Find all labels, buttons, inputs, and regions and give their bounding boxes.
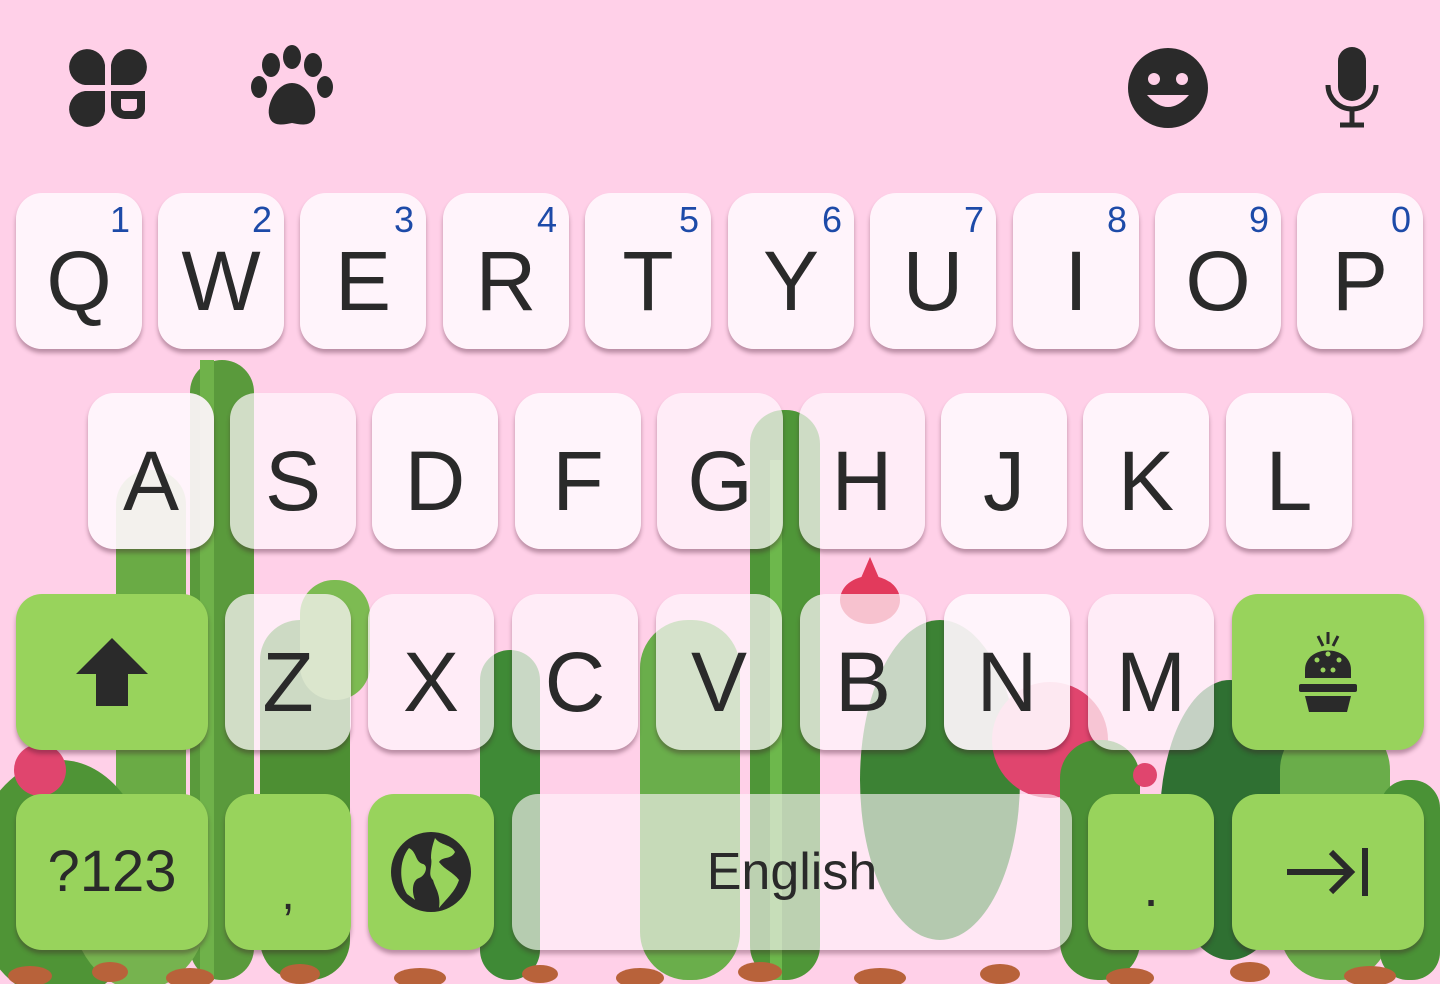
key-label: I <box>1064 234 1088 328</box>
key-label: C <box>544 635 606 729</box>
comma-label: , <box>281 867 295 920</box>
key-label: B <box>834 635 892 729</box>
key-label: O <box>1185 234 1251 328</box>
emoji-icon[interactable] <box>1120 40 1216 136</box>
key-b[interactable]: B <box>800 594 926 750</box>
key-e[interactable]: 3 E <box>300 193 426 349</box>
key-s[interactable]: S <box>230 393 356 549</box>
globe-key[interactable] <box>368 794 494 950</box>
key-a[interactable]: A <box>88 393 214 549</box>
key-k[interactable]: K <box>1083 393 1209 549</box>
key-hint: 4 <box>536 199 557 240</box>
key-label: U <box>902 234 964 328</box>
key-label: E <box>334 234 392 328</box>
key-u[interactable]: 7 U <box>870 193 996 349</box>
key-label: D <box>404 434 466 528</box>
key-label: X <box>402 635 460 729</box>
key-r[interactable]: 4 R <box>443 193 569 349</box>
period-label: . <box>1143 855 1159 918</box>
key-label: N <box>976 635 1038 729</box>
key-l[interactable]: L <box>1226 393 1352 549</box>
space-bar[interactable]: English <box>512 794 1072 950</box>
key-hint: 5 <box>678 199 699 240</box>
key-label: A <box>122 434 180 528</box>
key-i[interactable]: 8 I <box>1013 193 1139 349</box>
key-h[interactable]: H <box>799 393 925 549</box>
key-label: L <box>1265 434 1313 528</box>
key-label: G <box>687 434 753 528</box>
key-label: J <box>983 434 1025 528</box>
key-label: Q <box>46 234 112 328</box>
key-label: W <box>181 234 261 328</box>
clover-icon[interactable] <box>60 40 156 136</box>
cactus-pot-icon <box>1299 632 1357 712</box>
key-w[interactable]: 2 W <box>158 193 284 349</box>
key-label: S <box>264 434 322 528</box>
key-label: V <box>690 635 748 729</box>
comma-key[interactable]: , <box>225 794 351 950</box>
key-label: R <box>475 234 537 328</box>
period-key[interactable]: . <box>1088 794 1214 950</box>
key-label: M <box>1116 635 1186 729</box>
key-x[interactable]: X <box>368 594 494 750</box>
theme-key[interactable] <box>1232 594 1424 750</box>
key-g[interactable]: G <box>657 393 783 549</box>
symbols-key[interactable]: ?123 <box>16 794 208 950</box>
globe-icon <box>391 832 471 912</box>
key-o[interactable]: 9 O <box>1155 193 1281 349</box>
key-label: F <box>552 434 604 528</box>
shift-key[interactable] <box>16 594 208 750</box>
key-d[interactable]: D <box>372 393 498 549</box>
key-hint: 1 <box>109 199 130 240</box>
key-f[interactable]: F <box>515 393 641 549</box>
key-hint: 7 <box>963 199 984 240</box>
key-label: Z <box>262 635 314 729</box>
tab-arrow-icon <box>1287 848 1368 896</box>
key-hint: 8 <box>1106 199 1127 240</box>
key-m[interactable]: M <box>1088 594 1214 750</box>
key-j[interactable]: J <box>941 393 1067 549</box>
key-z[interactable]: Z <box>225 594 351 750</box>
key-label: K <box>1117 434 1175 528</box>
key-label: T <box>622 234 674 328</box>
key-hint: 3 <box>393 199 414 240</box>
microphone-icon[interactable] <box>1304 40 1400 136</box>
key-c[interactable]: C <box>512 594 638 750</box>
key-label: H <box>831 434 893 528</box>
key-n[interactable]: N <box>944 594 1070 750</box>
key-label: P <box>1331 234 1389 328</box>
key-label: Y <box>762 234 820 328</box>
space-label: English <box>706 843 878 901</box>
key-q[interactable]: 1 Q <box>16 193 142 349</box>
key-hint: 6 <box>821 199 842 240</box>
key-hint: 2 <box>251 199 272 240</box>
symbols-label: ?123 <box>47 839 177 904</box>
key-hint: 9 <box>1248 199 1269 240</box>
enter-key[interactable] <box>1232 794 1424 950</box>
key-t[interactable]: 5 T <box>585 193 711 349</box>
key-v[interactable]: V <box>656 594 782 750</box>
shift-arrow-icon <box>76 638 148 706</box>
paw-icon[interactable] <box>244 40 340 136</box>
key-p[interactable]: 0 P <box>1297 193 1423 349</box>
key-y[interactable]: 6 Y <box>728 193 854 349</box>
key-hint: 0 <box>1390 199 1411 240</box>
